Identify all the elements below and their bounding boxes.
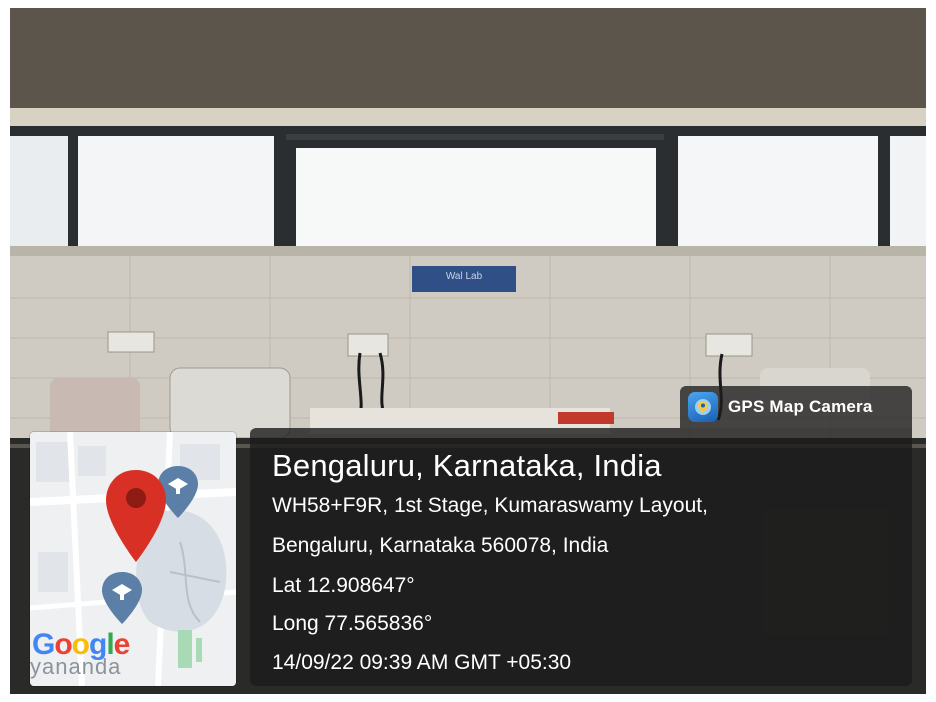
window-pane (296, 148, 656, 246)
photo-frame: GPS Map Camera Google yananda Bengaluru,… (0, 0, 936, 702)
map-thumbnail: Google yananda (30, 432, 236, 686)
window-pane-top (286, 134, 664, 140)
app-tag: GPS Map Camera (680, 386, 912, 428)
wall-socket (705, 333, 753, 357)
wall-sign-text: Wal Lab (445, 271, 483, 282)
window-pane (890, 136, 926, 246)
address-line-1: WH58+F9R, 1st Stage, Kumaraswamy Layout, (272, 494, 708, 517)
window-pane (78, 136, 274, 246)
equipment (50, 378, 140, 438)
room-photo: GPS Map Camera Google yananda Bengaluru,… (10, 8, 926, 694)
map-area-label: yananda (30, 654, 122, 679)
ceiling (10, 8, 926, 118)
ceiling-beam (10, 108, 926, 126)
longitude: Long 77.565836° (272, 612, 433, 635)
gps-camera-logo-icon (688, 392, 718, 422)
place-title: Bengaluru, Karnataka, India (272, 448, 662, 483)
window-pane (10, 136, 68, 246)
wall-socket (107, 331, 155, 353)
app-name: GPS Map Camera (728, 397, 873, 416)
timestamp: 14/09/22 09:39 AM GMT +05:30 (272, 651, 572, 674)
red-item (558, 412, 614, 424)
window-pane (678, 136, 878, 246)
window-sill (10, 246, 926, 256)
wall-socket (347, 333, 389, 357)
latitude: Lat 12.908647° (272, 574, 415, 597)
address-line-2: Bengaluru, Karnataka 560078, India (272, 534, 609, 557)
